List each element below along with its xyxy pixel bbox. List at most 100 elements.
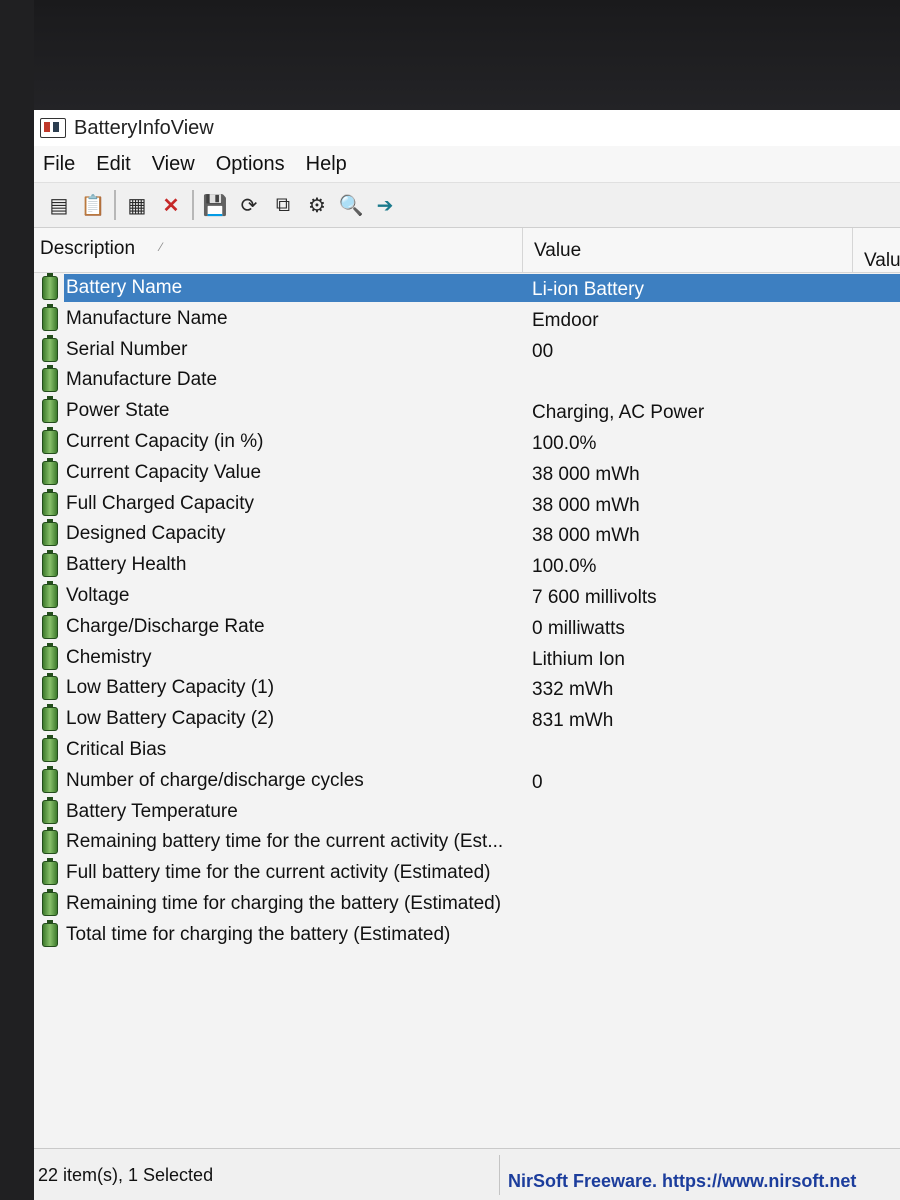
nirsoft-link[interactable]: NirSoft Freeware. https://www.nirsoft.ne… [508,1171,856,1192]
list-header: Description ⁄ Value Valu [34,228,900,273]
list-item[interactable]: Serial Number 00 [34,334,900,365]
column-resize-handle[interactable] [522,228,523,272]
window-title: BatteryInfoView [74,116,214,139]
row-value: 100.0% [532,556,597,578]
battery-icon [42,888,58,916]
battery-icon [42,611,58,639]
battery-icon [42,765,58,793]
row-value: 332 mWh [532,679,614,701]
row-value: 0 [532,771,543,793]
list-item[interactable]: Full Charged Capacity 38 000 mWh [34,488,900,519]
column-header-description[interactable]: Description [40,238,135,260]
row-description: Low Battery Capacity (2) [66,708,275,730]
column-header-value-2[interactable]: Valu [864,250,900,272]
list-item[interactable]: Current Capacity (in %) 100.0% [34,426,900,457]
exit-icon[interactable]: ➔ [368,188,402,222]
battery-icon [42,642,58,670]
list-item[interactable]: Charge/Discharge Rate 0 milliwatts [34,611,900,642]
list-item[interactable]: Manufacture Date [34,364,900,395]
row-description: Remaining time for charging the battery … [66,892,502,914]
battery-icon [42,550,58,578]
row-description: Total time for charging the battery (Est… [66,923,451,945]
list-item[interactable]: Full battery time for the current activi… [34,857,900,888]
columns-icon[interactable]: ▦ [120,188,154,222]
list-item[interactable]: Total time for charging the battery (Est… [34,919,900,950]
battery-icon [42,426,58,454]
battery-icon [42,396,58,424]
menu-view[interactable]: View [143,153,207,176]
battery-icon [42,488,58,516]
app-icon [40,118,66,138]
battery-icon [42,704,58,732]
list-item[interactable]: Remaining battery time for the current a… [34,826,900,857]
row-description: Voltage [66,584,130,606]
selection-highlight [64,274,900,302]
list-item[interactable]: Battery Health 100.0% [34,549,900,580]
row-description: Battery Name [66,277,183,298]
menu-options[interactable]: Options [207,153,297,176]
screen-bezel-left [0,0,34,1200]
battery-icon [42,734,58,762]
list-item[interactable]: Designed Capacity 38 000 mWh [34,518,900,549]
save-icon[interactable]: 💾 [198,188,232,222]
battery-icon [42,273,58,300]
list-item[interactable]: Critical Bias [34,734,900,765]
toolbar: ▤ 📋 ▦ ✕ 💾 ⟳ ⧉ ⚙ 🔍 ➔ [34,183,900,228]
html-report-icon[interactable]: 📋 [76,188,110,222]
row-value: 0 milliwatts [532,617,625,639]
menu-edit[interactable]: Edit [87,153,142,176]
list-item[interactable]: Power State Charging, AC Power [34,395,900,426]
battery-icon [42,580,58,608]
row-value: Lithium Ion [532,648,625,670]
menu-file[interactable]: File [34,153,87,176]
delete-icon[interactable]: ✕ [154,188,188,222]
battery-icon [42,796,58,824]
menu-help[interactable]: Help [297,153,359,176]
row-description: Chemistry [66,646,152,668]
row-description: Current Capacity Value [66,461,262,483]
battery-icon [42,673,58,701]
screen-bezel-top [0,0,900,110]
list-item[interactable]: Current Capacity Value 38 000 mWh [34,457,900,488]
battery-icon [42,519,58,547]
find-icon[interactable]: 🔍 [334,188,368,222]
row-description: Serial Number [66,338,188,360]
list-item[interactable]: Low Battery Capacity (2) 831 mWh [34,703,900,734]
battery-icon [42,334,58,362]
row-value: 38 000 mWh [532,463,640,485]
row-description: Battery Temperature [66,800,238,822]
toolbar-separator [192,190,194,220]
list-item[interactable]: Manufacture Name Emdoor [34,303,900,334]
row-value: Li-ion Battery [532,279,644,300]
refresh-icon[interactable]: ⟳ [232,188,266,222]
row-description: Full battery time for the current activi… [66,862,491,884]
list-item[interactable]: Remaining time for charging the battery … [34,888,900,919]
battery-icon [42,457,58,485]
row-description: Charge/Discharge Rate [66,615,265,637]
app-window: BatteryInfoView File Edit View Options H… [34,110,900,1200]
row-value: Emdoor [532,309,599,331]
battery-icon [42,919,58,947]
title-bar: BatteryInfoView [34,110,900,146]
list-item[interactable]: Number of charge/discharge cycles 0 [34,765,900,796]
list-item[interactable]: Chemistry Lithium Ion [34,642,900,673]
list-item[interactable]: Battery Temperature [34,796,900,827]
list-item[interactable]: Battery Name Li-ion Battery [34,272,900,303]
row-value: 7 600 millivolts [532,586,657,608]
row-description: Manufacture Name [66,307,228,329]
row-value: 100.0% [532,432,597,454]
copy-icon[interactable]: ⧉ [266,188,300,222]
list-item[interactable]: Low Battery Capacity (1) 332 mWh [34,672,900,703]
list-item[interactable]: Voltage 7 600 millivolts [34,580,900,611]
row-description: Low Battery Capacity (1) [66,677,275,699]
settings-icon[interactable]: ⚙ [300,188,334,222]
column-resize-handle[interactable] [852,228,853,272]
column-header-value[interactable]: Value [534,240,581,262]
row-description: Manufacture Date [66,369,218,391]
row-value: Charging, AC Power [532,402,705,424]
sort-indicator-icon: ⁄ [160,240,163,254]
row-description: Designed Capacity [66,523,226,545]
menu-bar: File Edit View Options Help [34,146,900,183]
properties-icon[interactable]: ▤ [42,188,76,222]
toolbar-separator [114,190,116,220]
